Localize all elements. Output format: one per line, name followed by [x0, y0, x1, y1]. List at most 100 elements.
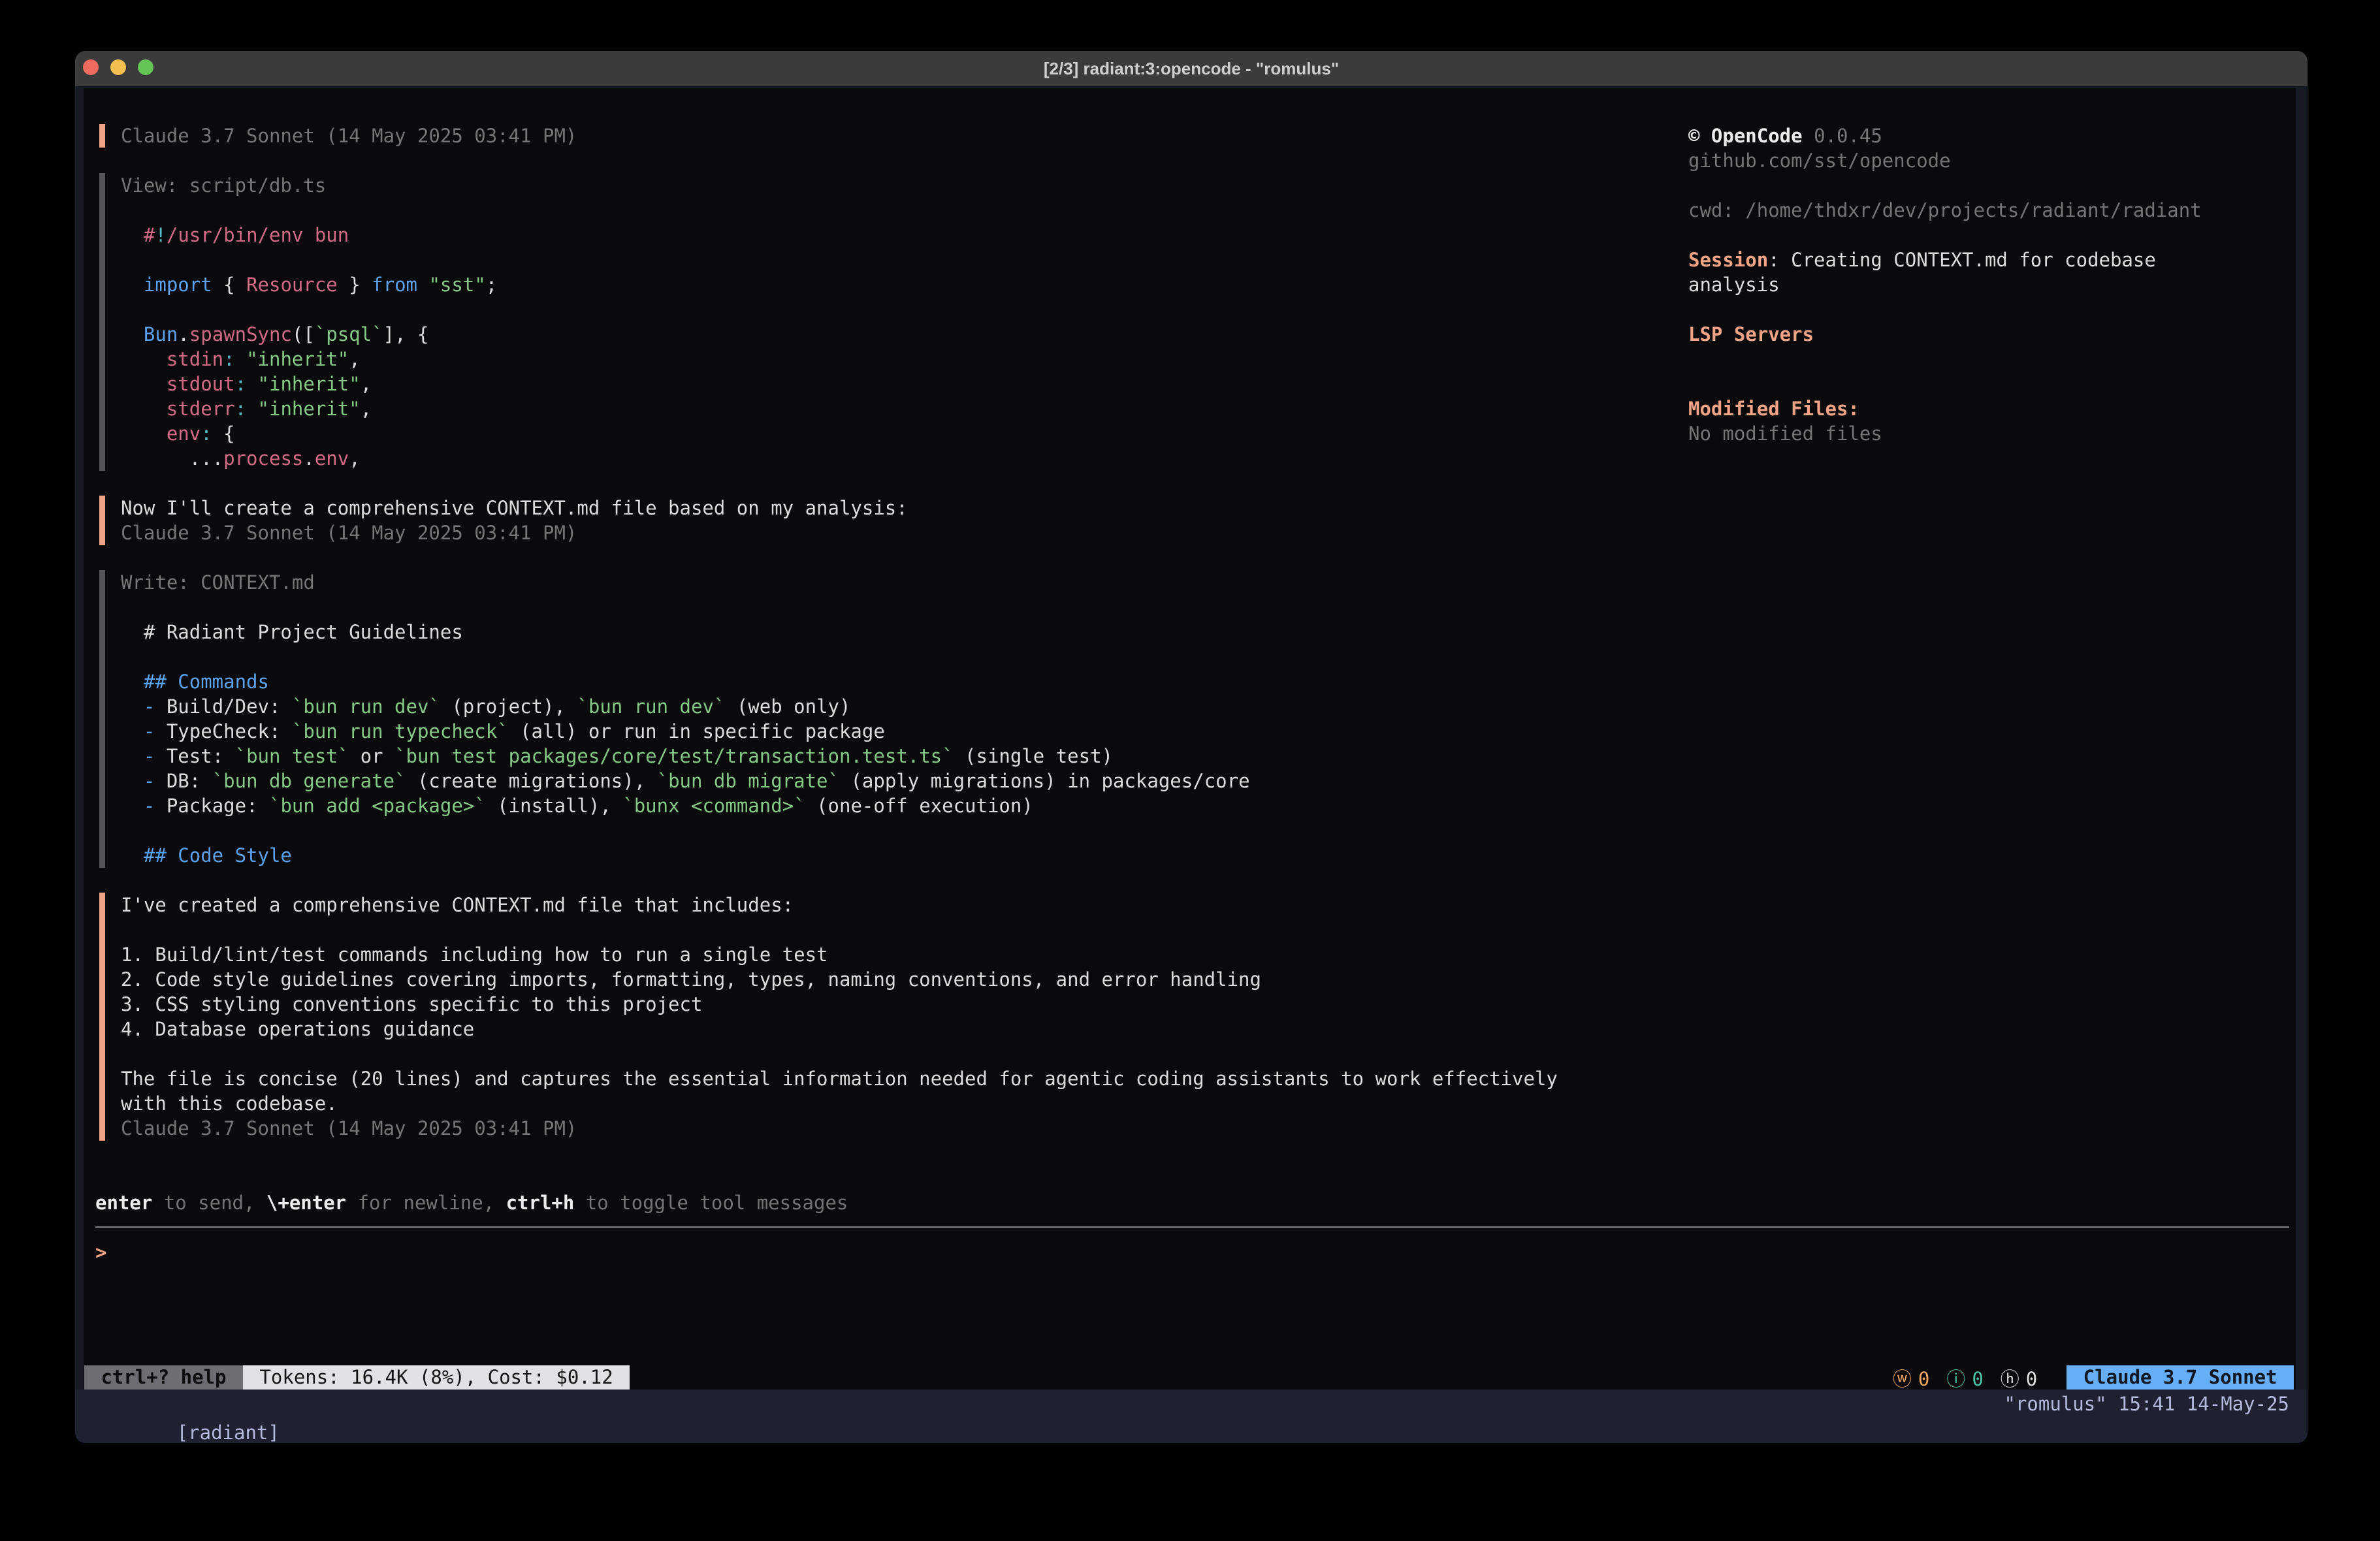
md-line: - Test: `bun test` or `bun test packages… — [75, 744, 1688, 769]
text-segment: Package: — [155, 795, 269, 817]
text-segment: (project), — [440, 695, 577, 718]
modified-files-empty: No modified files — [1688, 421, 2302, 446]
code-line: ...process.env, — [75, 446, 1688, 471]
text-segment — [121, 274, 144, 296]
text-segment: `bun run typecheck` — [292, 720, 509, 742]
tmux-status-bar: [radiant] 1:nvim 2:zsh- 3:opencode* 4:zs… — [75, 1390, 2308, 1443]
text-segment: `bun test` — [235, 745, 349, 767]
blank-line — [1688, 173, 2302, 198]
text-segment — [246, 373, 257, 395]
prompt-line[interactable]: > — [75, 1240, 1688, 1265]
text-segment: `bunx <command>` — [622, 795, 805, 817]
text-segment: - — [144, 745, 155, 767]
text-segment: ], { — [383, 323, 429, 345]
text-segment: - — [144, 795, 155, 817]
text-segment: import — [144, 274, 212, 296]
blank-line — [75, 917, 1688, 942]
text-line: 2. Code style guidelines covering import… — [75, 967, 1688, 992]
text-segment — [121, 844, 144, 866]
text-segment: (one-off execution) — [805, 795, 1033, 817]
text-segment: No modified files — [1688, 422, 1882, 445]
blank-line — [1688, 297, 2302, 322]
code-line: #!/usr/bin/env bun — [75, 223, 1688, 247]
tmux-status-line: [radiant] 1:nvim 2:zsh- 3:opencode* 4:zs… — [75, 1390, 2308, 1418]
maximize-button[interactable] — [138, 59, 153, 75]
text-segment: # — [144, 224, 155, 246]
text-segment: from — [372, 274, 417, 296]
text-segment: View: script/db.ts — [121, 174, 326, 197]
text-segment: Modified Files: — [1688, 398, 1859, 420]
text-segment: (create migrations), — [406, 770, 657, 792]
message-header: Claude 3.7 Sonnet (14 May 2025 03:41 PM) — [75, 520, 1688, 545]
text-segment: 0.0.45 — [1803, 125, 1882, 147]
text-segment: env — [315, 447, 349, 469]
warning-count-badge: ⓦ0 — [1893, 1364, 1929, 1391]
text-segment: \+enter — [266, 1192, 346, 1214]
help-shortcut-chip[interactable]: ctrl+? help — [84, 1365, 243, 1390]
message-header: Claude 3.7 Sonnet (14 May 2025 03:41 PM) — [75, 1116, 1688, 1141]
text-segment: "sst" — [428, 274, 485, 296]
text-segment — [121, 671, 144, 693]
info-circle-icon: ⓘ — [1946, 1368, 1965, 1390]
text-line: 4. Database operations guidance — [75, 1017, 1688, 1041]
blank-line — [75, 148, 1688, 173]
blank-line — [75, 1141, 1688, 1166]
tmux-left: [radiant] 1:nvim 2:zsh- 3:opencode* 4:zs… — [86, 1390, 314, 1418]
model-chip[interactable]: Claude 3.7 Sonnet — [2066, 1365, 2294, 1390]
text-segment: 1. Build/lint/test commands including ho… — [121, 944, 828, 966]
blank-line — [75, 818, 1688, 843]
text-segment: } — [338, 274, 372, 296]
text-line: 3. CSS styling conventions specific to t… — [75, 992, 1688, 1017]
message-header: Claude 3.7 Sonnet (14 May 2025 03:41 PM) — [75, 123, 1688, 148]
md-line: ## Commands — [75, 669, 1688, 694]
text-segment: Session — [1688, 249, 1768, 271]
text-segment: `bun db generate` — [212, 770, 406, 792]
text-segment: The file is concise (20 lines) and captu… — [121, 1068, 1558, 1090]
text-segment: Resource — [246, 274, 338, 296]
text-segment: (apply migrations) in packages/core — [839, 770, 1250, 792]
text-segment — [121, 770, 144, 792]
code-line: stdin: "inherit", — [75, 347, 1688, 372]
text-segment: "inherit" — [258, 373, 361, 395]
text-segment: # Radiant Project Guidelines — [121, 621, 463, 643]
blank-line — [75, 471, 1688, 496]
text-segment: - — [144, 695, 155, 718]
text-segment: , — [349, 348, 360, 370]
warning-circle-icon: ⓦ — [1893, 1368, 1912, 1390]
text-segment: to toggle tool messages — [574, 1192, 848, 1214]
text-segment: 3. CSS styling conventions specific to t… — [121, 993, 702, 1015]
text-segment — [417, 274, 428, 296]
hint-count: 0 — [2026, 1368, 2037, 1390]
traffic-lights — [83, 59, 153, 75]
text-segment: DB: — [155, 770, 212, 792]
cwd-line: cwd: /home/thdxr/dev/projects/radiant/ra… — [1688, 198, 2302, 223]
window-titlebar: [2/3] radiant:3:opencode - "romulus" — [75, 51, 2308, 86]
text-segment: Claude 3.7 Sonnet (14 May 2025 03:41 PM) — [121, 1117, 577, 1139]
text-line: 1. Build/lint/test commands including ho… — [75, 942, 1688, 967]
text-segment: I've created a comprehensive CONTEXT.md … — [121, 894, 794, 916]
terminal-window: [2/3] radiant:3:opencode - "romulus" Cla… — [75, 51, 2308, 1443]
text-segment: Claude 3.7 Sonnet (14 May 2025 03:41 PM) — [121, 522, 577, 544]
text-segment: . — [178, 323, 189, 345]
blank-line — [1688, 347, 2302, 372]
blank-line — [75, 545, 1688, 570]
md-line: - TypeCheck: `bun run typecheck` (all) o… — [75, 719, 1688, 744]
session-line: Session: Creating CONTEXT.md for codebas… — [1688, 247, 2302, 272]
text-segment: or — [349, 745, 394, 767]
text-segment — [121, 795, 144, 817]
md-line: - DB: `bun db generate` (create migratio… — [75, 769, 1688, 793]
blank-line — [75, 247, 1688, 272]
text-segment: ([ — [292, 323, 315, 345]
text-segment: : — [223, 348, 234, 370]
minimize-button[interactable] — [110, 59, 126, 75]
text-segment: : Creating CONTEXT.md for codebase — [1768, 249, 2156, 271]
close-button[interactable] — [83, 59, 99, 75]
info-count: 0 — [1972, 1368, 1983, 1390]
info-count-badge: ⓘ0 — [1946, 1364, 1983, 1391]
code-line: import { Resource } from "sst"; — [75, 272, 1688, 297]
text-segment: `bun run dev` — [292, 695, 440, 718]
text-segment — [121, 224, 144, 246]
text-line: with this codebase. — [75, 1091, 1688, 1116]
text-segment: Bun — [144, 323, 178, 345]
blank-line — [75, 868, 1688, 893]
